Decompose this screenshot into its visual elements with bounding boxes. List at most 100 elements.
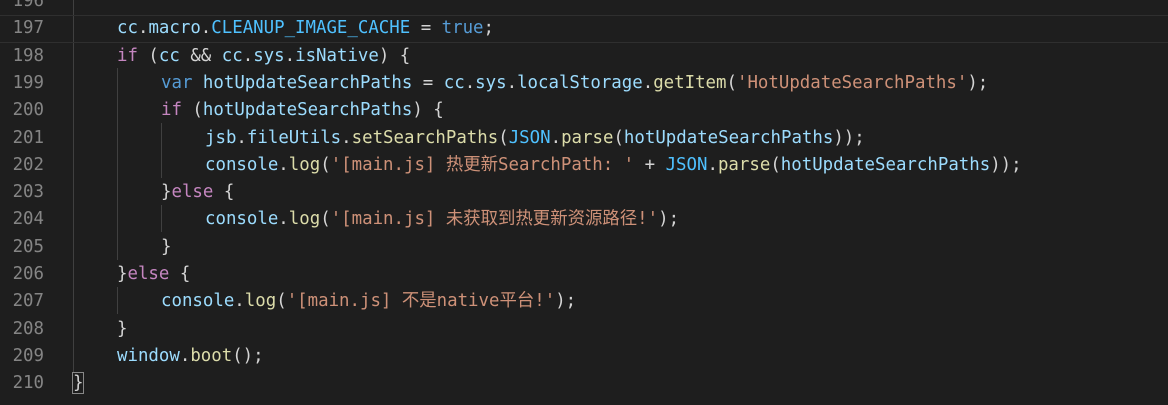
code-token: cc <box>158 45 180 66</box>
code-text[interactable]: } <box>117 316 127 343</box>
code-line[interactable]: 206}else { <box>0 261 1168 288</box>
code-token: '[main.js] 热更新SearchPath: ' <box>330 154 635 175</box>
code-text[interactable]: }else { <box>117 261 190 288</box>
line-number: 201 <box>12 127 44 148</box>
code-line[interactable]: 203 }else { <box>0 179 1168 206</box>
code-token: cc <box>443 72 465 93</box>
code-token: + <box>634 154 666 175</box>
code-token: . <box>550 127 562 148</box>
code-token: ); <box>555 291 577 312</box>
code-text[interactable]: cc.macro.CLEANUP_IMAGE_CACHE = true; <box>117 16 494 41</box>
code-token: cc <box>117 18 138 39</box>
code-text[interactable]: console.log('[main.js] 未获取到热更新资源路径!'); <box>205 206 679 233</box>
code-token: if <box>117 45 138 66</box>
code-token: . <box>642 72 654 93</box>
code-token: } <box>161 236 172 257</box>
code-token: sys <box>253 45 285 66</box>
code-token: sys <box>475 72 507 93</box>
code-token: else <box>127 264 170 284</box>
code-text[interactable]: var hotUpdateSearchPaths = cc.sys.localS… <box>161 70 988 97</box>
code-token: else <box>171 182 214 203</box>
line-number: 196 <box>12 0 44 11</box>
line-number: 197 <box>12 18 44 39</box>
code-token: window <box>117 345 180 366</box>
code-token: . <box>234 291 245 312</box>
code-token: isNative <box>295 45 379 66</box>
code-line[interactable]: 209 window.boot(); <box>0 343 1168 370</box>
code-token: )); <box>990 154 1022 175</box>
code-text[interactable]: if (hotUpdateSearchPaths) { <box>161 97 444 124</box>
code-token: . <box>341 127 352 148</box>
code-line[interactable]: 205} <box>0 234 1168 261</box>
code-token: . <box>278 209 289 230</box>
code-text[interactable]: console.log('[main.js] 不是native平台!'); <box>161 288 576 315</box>
line-number: 204 <box>12 209 44 230</box>
code-line[interactable]: 201 jsb.fileUtils.setSearchPaths(JSON.par… <box>0 125 1168 152</box>
code-line[interactable]: 197 cc.macro.CLEANUP_IMAGE_CACHE = true; <box>0 15 1168 43</box>
line-number: 207 <box>12 291 44 312</box>
line-number: 200 <box>12 100 44 121</box>
code-text[interactable]: window.boot(); <box>117 343 264 370</box>
code-token: . <box>200 18 212 39</box>
code-token: boot <box>190 345 233 366</box>
line-number: 203 <box>12 182 44 203</box>
code-token: ); <box>967 72 989 93</box>
code-text[interactable]: if (cc && cc.sys.isNative) { <box>117 43 410 70</box>
code-token: hotUpdateSearchPaths <box>780 154 991 175</box>
code-token: log <box>288 209 321 230</box>
code-token: true <box>441 18 484 39</box>
code-line[interactable]: 199 var hotUpdateSearchPaths = cc.sys.loc… <box>0 70 1168 97</box>
code-text[interactable]: } <box>161 234 171 261</box>
code-token: } <box>71 372 85 395</box>
code-token: hotUpdateSearchPaths <box>202 100 413 121</box>
code-token: parse <box>561 127 614 148</box>
code-token: (); <box>232 345 264 366</box>
code-line[interactable]: 210} <box>0 370 1168 397</box>
code-token: . <box>278 154 289 175</box>
line-number: 205 <box>12 236 44 257</box>
code-line[interactable]: 200 if (hotUpdateSearchPaths) { <box>0 97 1168 124</box>
code-token: 'HotUpdateSearchPaths' <box>736 72 968 93</box>
code-line[interactable]: 204 console.log('[main.js] 未获取到热更新资源路径!')… <box>0 206 1168 233</box>
code-token: if <box>161 100 182 121</box>
code-line[interactable]: 198 if (cc && cc.sys.isNative) { <box>0 43 1168 70</box>
code-token: ( <box>320 154 331 175</box>
line-number: 199 <box>12 72 44 93</box>
code-token: ) { <box>412 100 444 121</box>
line-number: 210 <box>12 373 44 394</box>
code-line[interactable]: 196 <box>0 0 1168 15</box>
code-token: ) { <box>378 45 411 66</box>
code-token: . <box>242 45 254 66</box>
code-token: macro <box>148 18 201 39</box>
code-token: hotUpdateSearchPaths <box>623 127 834 148</box>
code-token: var <box>161 72 193 93</box>
code-token: ( <box>181 100 203 121</box>
code-token: parse <box>717 154 771 175</box>
code-token: console <box>205 209 279 230</box>
code-text[interactable]: } <box>71 370 85 397</box>
code-token: )); <box>833 127 865 148</box>
code-token: log <box>244 291 277 312</box>
code-editor[interactable]: 196 197 cc.macro.CLEANUP_IMAGE_CACHE = tru… <box>0 0 1168 405</box>
code-token: = <box>410 18 442 39</box>
code-token: log <box>288 154 321 175</box>
code-line[interactable]: 202 console.log('[main.js] 热更新SearchPath:… <box>0 152 1168 179</box>
code-text[interactable]: console.log('[main.js] 热更新SearchPath: ' … <box>205 152 1022 179</box>
code-text[interactable]: jsb.fileUtils.setSearchPaths(JSON.parse(… <box>205 125 865 152</box>
code-token: hotUpdateSearchPaths <box>202 72 413 93</box>
code-line[interactable]: 207 console.log('[main.js] 不是native平台!'); <box>0 288 1168 315</box>
code-token: '[main.js] 不是native平台!' <box>286 291 556 312</box>
code-token: getItem <box>653 72 727 93</box>
code-token: . <box>137 18 149 39</box>
code-token: ( <box>320 209 331 230</box>
code-token: . <box>506 72 518 93</box>
code-text[interactable]: }else { <box>161 179 234 206</box>
code-token: } <box>117 264 128 284</box>
code-token: ( <box>726 72 737 93</box>
code-token: console <box>205 154 279 175</box>
code-line[interactable]: 208} <box>0 316 1168 343</box>
code-token: JSON <box>665 154 708 175</box>
code-token: setSearchPaths <box>351 127 499 148</box>
code-token: . <box>284 45 296 66</box>
